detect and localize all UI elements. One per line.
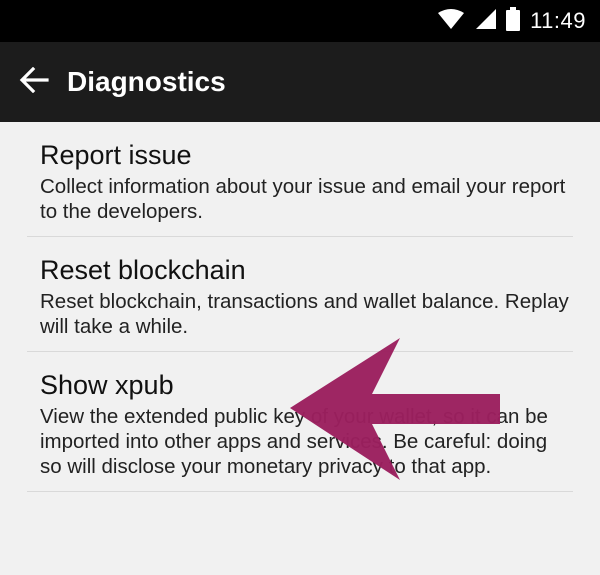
pref-title: Report issue — [40, 140, 192, 170]
app-bar: Diagnostics — [0, 42, 600, 122]
pref-title: Show xpub — [40, 370, 174, 400]
pref-item-show-xpub[interactable]: Show xpub View the extended public key o… — [27, 352, 573, 492]
back-button[interactable] — [14, 62, 54, 102]
arrow-left-icon — [19, 66, 49, 98]
status-bar: 11:49 — [0, 0, 600, 42]
pref-title: Reset blockchain — [40, 255, 246, 285]
page-title: Diagnostics — [67, 66, 226, 97]
status-icons: 11:49 — [438, 0, 586, 42]
preference-list: Report issue Collect information about y… — [0, 122, 600, 492]
pref-summary: Collect information about your issue and… — [40, 175, 566, 223]
pref-summary: Reset blockchain, transactions and walle… — [40, 290, 569, 338]
pref-item-reset-blockchain[interactable]: Reset blockchain Reset blockchain, trans… — [27, 237, 573, 352]
wifi-icon — [438, 8, 465, 35]
status-time: 11:49 — [530, 8, 586, 33]
pref-item-report-issue[interactable]: Report issue Collect information about y… — [27, 122, 573, 237]
cell-signal-icon — [474, 8, 497, 35]
pref-summary: View the extended public key of your wal… — [40, 405, 548, 478]
battery-icon — [506, 6, 521, 36]
